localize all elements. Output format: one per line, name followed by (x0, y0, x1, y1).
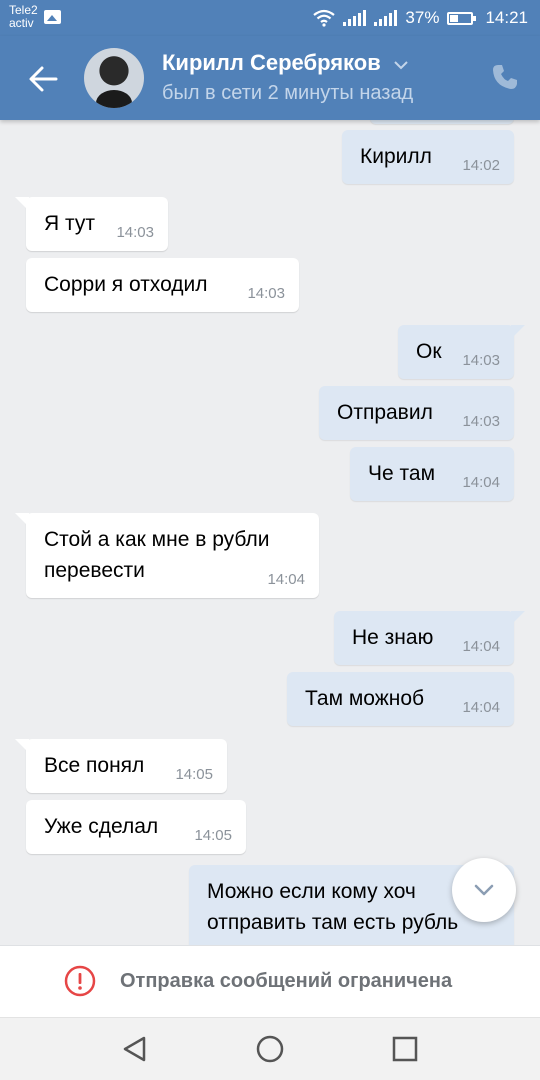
message-time: 14:03 (462, 413, 500, 430)
signal-icon (343, 10, 367, 26)
wifi-icon (313, 9, 336, 27)
message-time: 14:02 (462, 157, 500, 174)
back-arrow-icon[interactable] (26, 62, 60, 96)
message-text: Ок (416, 340, 442, 363)
message-text-line: Стой а как мне в рубли (44, 528, 270, 551)
message-bubble-incoming[interactable]: Все понял 14:05 (15, 739, 227, 793)
bubble-tail (511, 611, 525, 625)
message-text: Отправил (337, 401, 433, 424)
bubble-tail (15, 513, 29, 527)
message-text: Все понял (44, 754, 145, 777)
message-bubble-partial (370, 120, 514, 124)
clock: 14:21 (485, 8, 528, 27)
message-text: Я тут (44, 212, 95, 235)
message-time: 14:04 (462, 638, 500, 655)
restricted-message: Отправка сообщений ограничена (120, 970, 453, 992)
image-icon (44, 10, 61, 24)
system-nav-bar (0, 1017, 540, 1080)
scroll-to-bottom-button[interactable] (452, 858, 516, 922)
message-time: 14:05 (194, 827, 232, 844)
message-list[interactable]: Кирилл 14:02 Я тут 14:03 Сорри я отходил… (0, 120, 540, 945)
bubble-tail (15, 197, 29, 211)
alert-circle-icon (64, 965, 96, 997)
avatar[interactable] (84, 48, 144, 108)
battery-percent: 37% (405, 8, 440, 27)
status-icons: 37% 14:21 (313, 8, 528, 28)
chevron-down-icon (474, 884, 494, 896)
message-bubble-outgoing[interactable]: Там можноб 14:04 (287, 672, 514, 726)
bubble-tail (511, 325, 525, 339)
message-bubble-incoming[interactable]: Сорри я отходил 14:03 (26, 258, 299, 312)
message-text-line: Можно если кому хоч (207, 880, 416, 903)
signal-icon (374, 10, 398, 26)
bubble-tail (15, 739, 29, 753)
message-bubble-incoming[interactable]: Стой а как мне в рубли перевести 14:04 (15, 513, 319, 598)
message-text: Кирилл (360, 145, 432, 168)
message-bubble-incoming[interactable]: Я тут 14:03 (15, 197, 168, 251)
carrier-status: activ (9, 16, 34, 30)
contact-name[interactable]: Кирилл Серебряков (162, 50, 381, 76)
carrier-label: Tele2 activ (9, 4, 38, 30)
recents-square-icon[interactable] (390, 1034, 420, 1064)
phone-icon[interactable] (490, 62, 520, 92)
message-text-line: отправить там есть рубль (207, 911, 459, 934)
message-text-line: перевести (44, 559, 145, 582)
composer-restricted-banner: Отправка сообщений ограничена (0, 945, 540, 1017)
message-text: Сорри я отходил (44, 273, 208, 296)
message-bubble-incoming[interactable]: Уже сделал 14:05 (26, 800, 246, 854)
message-bubble-outgoing[interactable]: Не знаю 14:04 (334, 611, 525, 665)
message-text: Уже сделал (44, 815, 159, 838)
message-time: 14:03 (116, 224, 154, 241)
message-time: 14:04 (462, 474, 500, 491)
message-text: Там можноб (305, 687, 425, 710)
message-text: Не знаю (352, 626, 434, 649)
last-seen-status: был в сети 2 минуты назад (162, 82, 414, 104)
message-text: Стой а как мне в рубли перевести (44, 524, 269, 586)
message-time: 14:05 (175, 766, 213, 783)
message-text: Можно если кому хоч отправить там есть р… (207, 876, 458, 938)
home-circle-icon[interactable] (255, 1034, 285, 1064)
message-text: Че там (368, 462, 436, 485)
message-time: 14:03 (247, 285, 285, 302)
message-bubble-outgoing[interactable]: Че там 14:04 (350, 447, 514, 501)
message-bubble-outgoing[interactable]: Ок 14:03 (398, 325, 525, 379)
chat-header: Кирилл Серебряков был в сети 2 минуты на… (0, 36, 540, 120)
chevron-down-icon[interactable] (392, 56, 410, 74)
status-bar: Tele2 activ 37% 14:21 (0, 0, 540, 36)
back-triangle-icon[interactable] (120, 1034, 150, 1064)
message-bubble-outgoing[interactable]: Кирилл 14:02 (342, 130, 514, 184)
battery-icon (447, 11, 477, 25)
message-time: 14:03 (462, 352, 500, 369)
message-bubble-outgoing[interactable]: Отправил 14:03 (319, 386, 514, 440)
message-time: 14:04 (267, 571, 305, 588)
message-time: 14:04 (462, 699, 500, 716)
